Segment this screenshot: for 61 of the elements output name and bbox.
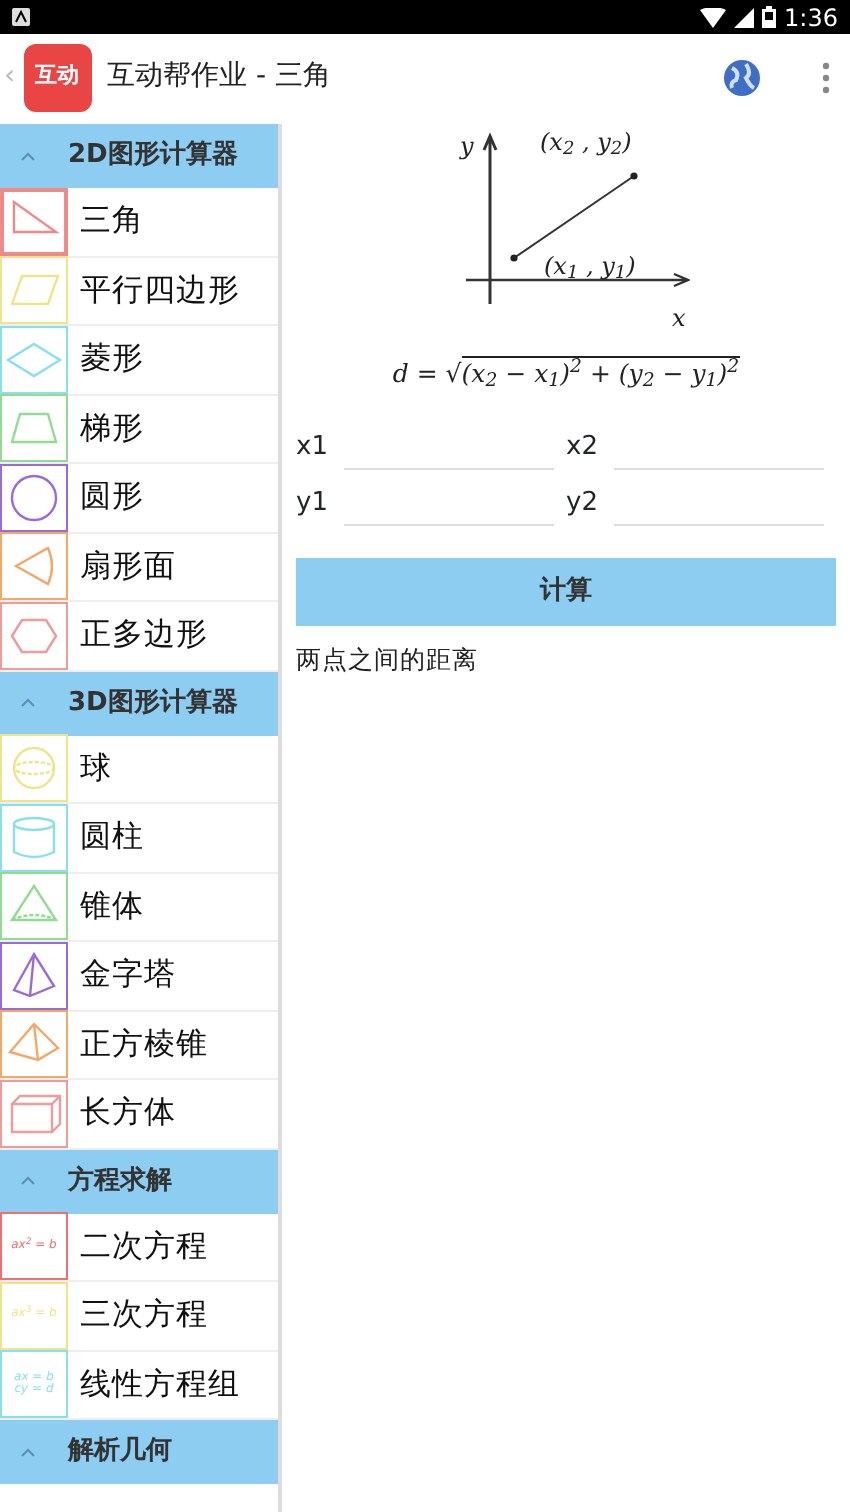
item-label: 圆形: [80, 476, 144, 519]
clock: 1:36: [784, 1, 838, 35]
chevron-icon: [20, 151, 36, 161]
item-label: 长方体: [80, 1092, 176, 1135]
sidebar-item[interactable]: 圆形: [0, 464, 278, 533]
chevron-icon: [20, 698, 36, 708]
result-text: 两点之间的距离: [296, 641, 480, 678]
item-label: 正方棱锥: [80, 1023, 208, 1066]
sidebar-item[interactable]: 梯形: [0, 395, 278, 464]
battery-icon: [762, 6, 777, 28]
axis-label: y: [460, 130, 474, 164]
sidebar-item[interactable]: 菱形: [0, 326, 278, 395]
sidebar-item[interactable]: 金字塔: [0, 942, 278, 1011]
sidebar-item[interactable]: 正多边形: [0, 602, 278, 671]
sidebar-item[interactable]: 球: [0, 735, 278, 804]
section-title: 3D图形计算器: [68, 685, 238, 722]
sidebar-item[interactable]: 三角: [0, 188, 278, 257]
item-label: 扇形面: [80, 545, 176, 588]
axis-label: x: [672, 302, 686, 336]
chevron-icon: [20, 1447, 36, 1457]
sidebar-item[interactable]: 长方体: [0, 1080, 278, 1149]
sidebar-item[interactable]: 圆柱: [0, 804, 278, 873]
item-label: 圆柱: [80, 816, 144, 859]
sidebar-item[interactable]: 平行四边形: [0, 257, 278, 326]
sidebar-item[interactable]: 扇形面: [0, 533, 278, 602]
calculate-button[interactable]: 计算: [296, 557, 836, 626]
field-label: y1: [296, 486, 330, 522]
sidebar-item[interactable]: 锥体: [0, 873, 278, 942]
wifi-icon: [700, 7, 727, 27]
item-label: 菱形: [80, 338, 144, 381]
section-header[interactable]: 2D图形计算器: [0, 124, 278, 188]
item-label: 平行四边形: [80, 269, 240, 312]
item-label: 球: [80, 747, 112, 790]
item-label: 梯形: [80, 407, 144, 450]
item-label: 线性方程组: [80, 1363, 240, 1406]
item-label: 三次方程: [80, 1294, 208, 1337]
field-label: x2: [566, 430, 600, 466]
more-options-icon[interactable]: [822, 61, 830, 93]
field-label: y2: [566, 486, 600, 522]
globe-icon[interactable]: [722, 57, 762, 97]
point-label: (x$_{1}$ , y$_{1}$): [544, 250, 636, 284]
section-title: 解析几何: [68, 1434, 172, 1471]
section-title: 2D图形计算器: [68, 138, 238, 175]
item-label: 二次方程: [80, 1225, 208, 1268]
section-header[interactable]: 方程求解: [0, 1149, 278, 1213]
section-title: 方程求解: [68, 1163, 172, 1200]
app-logo: 互动: [23, 43, 92, 111]
item-label: 三角: [80, 200, 144, 243]
section-header[interactable]: 解析几何: [0, 1420, 278, 1484]
item-label: 锥体: [80, 885, 144, 928]
field-label: x1: [296, 430, 330, 466]
item-label: 正多边形: [80, 614, 208, 657]
item-label: 金字塔: [80, 954, 176, 997]
signal-icon: [734, 7, 755, 27]
distance-formula: d = √(x$_{2}$ − x$_{1}$)$^{2}$ + (y$_{2}$ − y$_{1}$)$^{2}$: [390, 356, 742, 394]
sidebar-item[interactable]: 正方棱锥: [0, 1011, 278, 1080]
notification-icon: [12, 8, 30, 26]
section-header[interactable]: 3D图形计算器: [0, 671, 278, 735]
point-label: (x$_{2}$ , y$_{2}$): [540, 126, 632, 160]
app-title: 互动帮作业 - 三角: [107, 58, 332, 96]
chevron-icon: [20, 1176, 36, 1186]
